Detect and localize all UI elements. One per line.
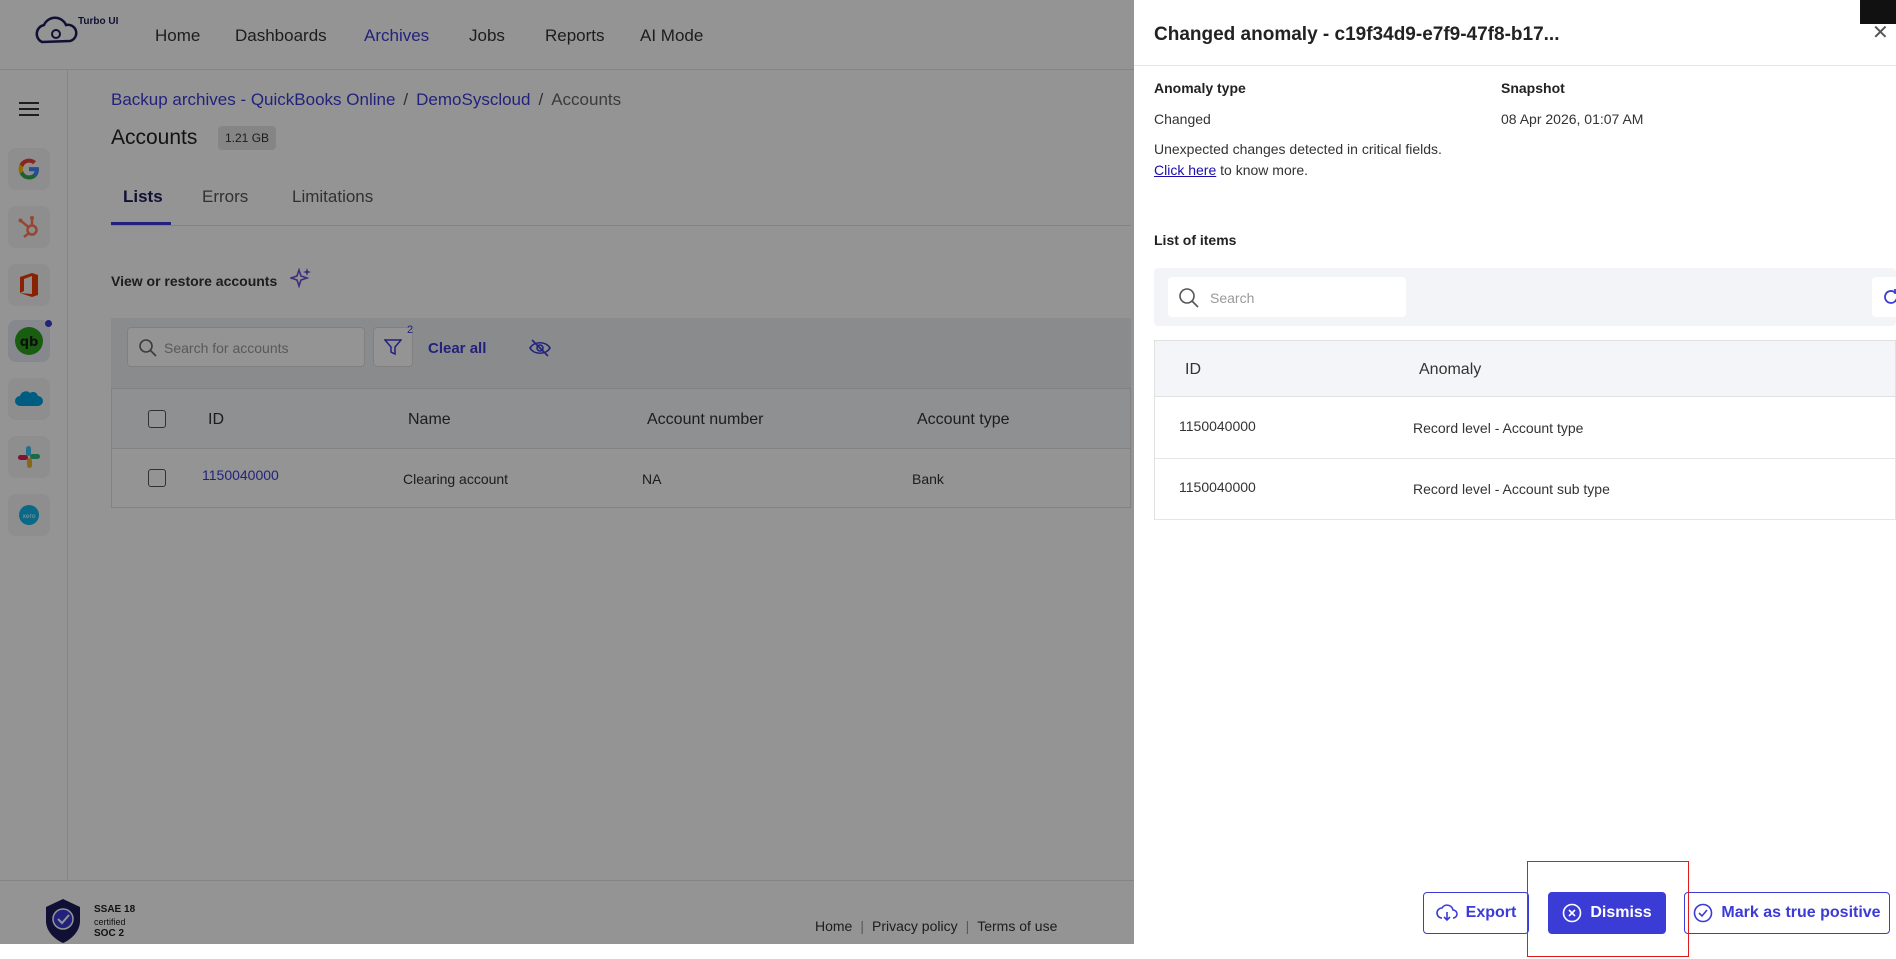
cloud-download-icon: [1435, 904, 1458, 922]
export-button[interactable]: Export: [1423, 892, 1529, 934]
item-anomaly: Record level - Account sub type: [1413, 481, 1610, 497]
list-of-items-label: List of items: [1154, 232, 1237, 248]
close-icon[interactable]: ✕: [1872, 20, 1889, 45]
description-text: Unexpected changes detected in critical …: [1154, 141, 1442, 157]
anomaly-description: Unexpected changes detected in critical …: [1154, 139, 1442, 181]
items-col-id: ID: [1185, 361, 1201, 378]
panel-header: Changed anomaly - c19f34d9-e7f9-47f8-b17…: [1134, 0, 1896, 66]
items-search-bar: Search: [1154, 268, 1896, 326]
anomaly-items-table: ID Anomaly 1150040000 Record level - Acc…: [1154, 340, 1896, 520]
check-badge-icon: [1694, 903, 1713, 923]
modal-backdrop[interactable]: [0, 0, 1134, 944]
know-more-line: Click here to know more.: [1154, 160, 1442, 181]
mark-true-positive-label: Mark as true positive: [1721, 904, 1881, 921]
snapshot-label: Snapshot: [1501, 80, 1565, 96]
items-search-input[interactable]: Search: [1168, 277, 1406, 317]
table-row: 1150040000 Record level - Account type: [1155, 398, 1895, 459]
snapshot-value: 08 Apr 2026, 01:07 AM: [1501, 111, 1644, 127]
item-anomaly: Record level - Account type: [1413, 420, 1584, 436]
item-id: 1150040000: [1179, 418, 1256, 434]
panel-title: Changed anomaly - c19f34d9-e7f9-47f8-b17…: [1154, 24, 1560, 45]
refresh-icon: [1884, 289, 1896, 304]
item-id: 1150040000: [1179, 479, 1256, 495]
items-table-header: ID Anomaly: [1155, 341, 1895, 397]
items-col-anomaly: Anomaly: [1419, 361, 1482, 378]
search-icon: [1179, 288, 1199, 308]
anomaly-details-panel: Changed anomaly - c19f34d9-e7f9-47f8-b17…: [1134, 0, 1896, 944]
anomaly-type-label: Anomaly type: [1154, 80, 1246, 96]
export-label: Export: [1465, 904, 1517, 921]
app-root: Turbo UI Home Dashboards Archives Jobs R…: [0, 0, 1896, 944]
anomaly-type-value: Changed: [1154, 111, 1211, 127]
mark-true-positive-button[interactable]: Mark as true positive: [1684, 892, 1890, 934]
refresh-button[interactable]: [1872, 277, 1896, 317]
table-row: 1150040000 Record level - Account sub ty…: [1155, 459, 1895, 520]
click-here-link[interactable]: Click here: [1154, 162, 1216, 178]
dismiss-highlight-box: [1527, 861, 1689, 957]
items-search-placeholder: Search: [1210, 290, 1255, 306]
know-more-text: to know more.: [1216, 162, 1309, 178]
